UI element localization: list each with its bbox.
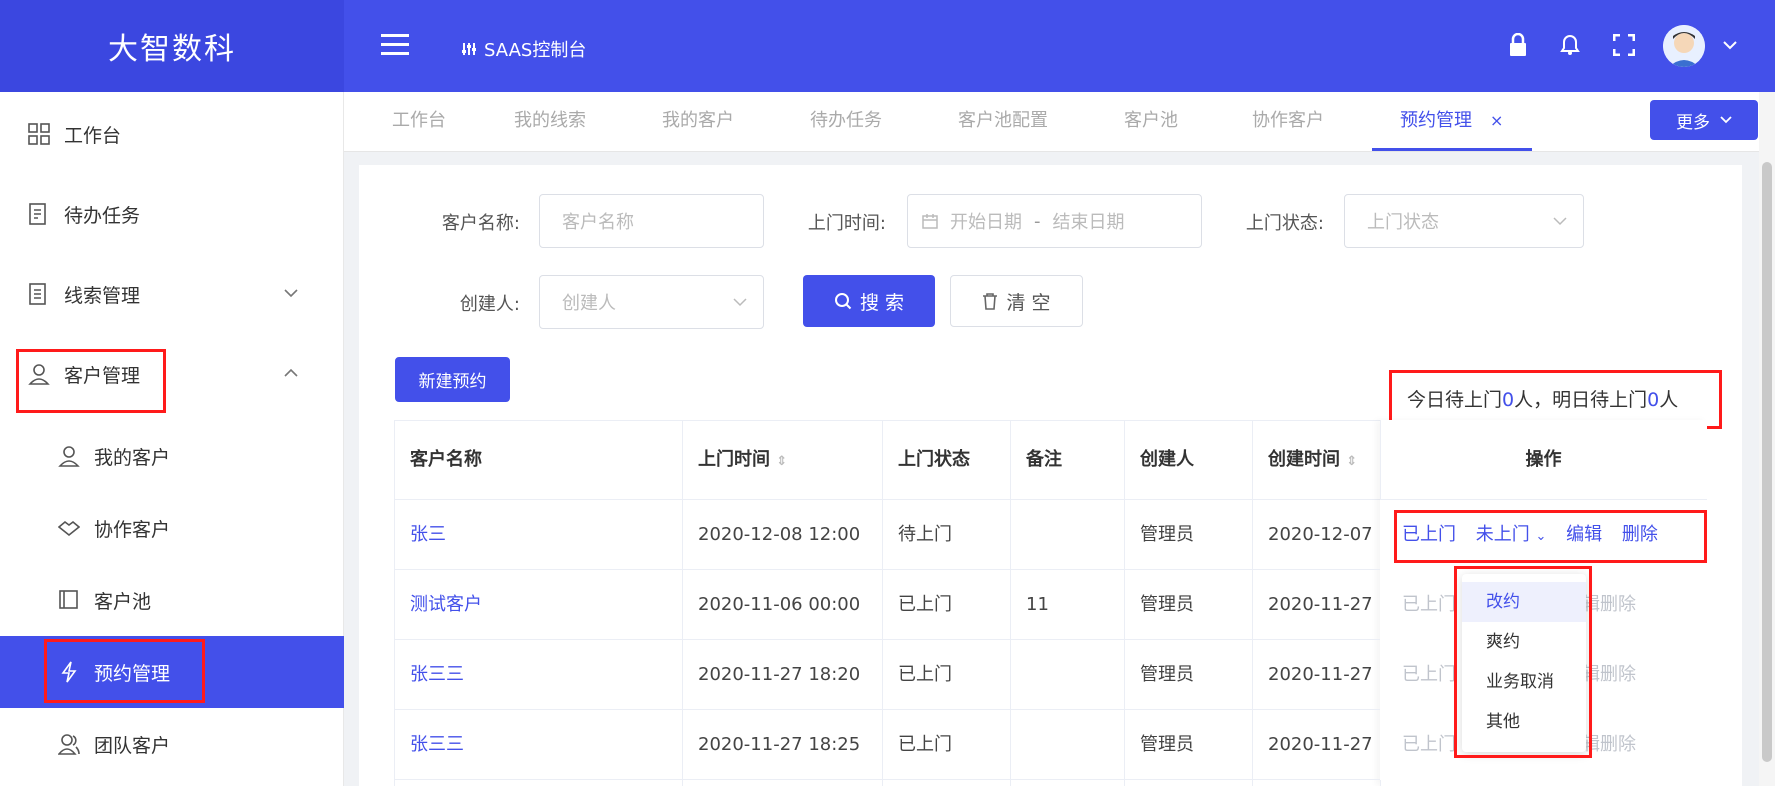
visit-status-select[interactable]: 上门状态 xyxy=(1344,194,1584,248)
visit-time: 2020-11-06 00:00 xyxy=(698,594,861,615)
sidebar-item-todo[interactable]: 待办任务 xyxy=(0,174,344,254)
tab-my-clues[interactable]: 我的线索 xyxy=(514,92,586,152)
chevron-down-icon xyxy=(1720,116,1732,124)
creator: 管理员 xyxy=(1140,594,1194,615)
sidebar-item-collab-customers[interactable]: 协作客户 xyxy=(0,492,344,564)
chevron-down-icon xyxy=(284,288,298,298)
sort-icon: ⇕ xyxy=(1346,454,1358,469)
header-actions: 操作 xyxy=(1525,449,1562,470)
highlight-box xyxy=(1394,510,1707,563)
clue-icon xyxy=(28,283,50,305)
visit-status-label: 上门状态: xyxy=(1245,213,1324,234)
highlight-box xyxy=(16,349,166,413)
header-customer-name: 客户名称 xyxy=(410,449,482,470)
customer-name-label: 客户名称: xyxy=(441,213,520,234)
visit-status: 已上门 xyxy=(898,594,952,615)
mark-visited-button[interactable]: 已上门 xyxy=(1402,664,1456,685)
visit-time: 2020-11-27 18:25 xyxy=(698,734,861,755)
header-creator: 创建人 xyxy=(1140,449,1194,470)
todo-icon xyxy=(28,203,50,225)
chevron-down-icon xyxy=(733,298,747,307)
header-created-time[interactable]: 创建时间 ⇕ xyxy=(1268,420,1357,500)
team-icon xyxy=(58,733,80,755)
sort-icon: ⇕ xyxy=(776,454,788,469)
chevron-down-icon[interactable] xyxy=(1723,40,1737,50)
menu-icon[interactable] xyxy=(381,34,409,56)
customer-name-link[interactable]: 张三三 xyxy=(410,640,464,710)
sidebar-item-customer-pool[interactable]: 客户池 xyxy=(0,564,344,636)
tab-workbench[interactable]: 工作台 xyxy=(392,92,446,152)
delete-button[interactable]: 删除 xyxy=(1600,710,1636,780)
note: 11 xyxy=(1026,594,1049,615)
calendar-icon xyxy=(922,213,938,229)
created-time: 2020-12-07 xyxy=(1268,524,1373,545)
highlight-box xyxy=(44,639,205,703)
avatar[interactable] xyxy=(1663,25,1705,67)
tab-customer-pool[interactable]: 客户池 xyxy=(1124,92,1178,152)
clear-button[interactable]: 清 空 xyxy=(950,275,1083,327)
end-date-field[interactable]: 结束日期 xyxy=(1053,208,1125,234)
start-date-field[interactable]: 开始日期 xyxy=(950,208,1022,234)
mark-visited-button[interactable]: 已上门 xyxy=(1402,594,1456,615)
search-icon xyxy=(834,292,852,310)
pool-icon xyxy=(58,589,80,611)
lock-icon[interactable] xyxy=(1508,33,1528,57)
visit-time: 2020-11-27 18:20 xyxy=(698,664,861,685)
tab-appointments[interactable]: 预约管理 xyxy=(1400,92,1472,152)
scrollbar[interactable] xyxy=(1759,92,1775,786)
creator-label: 创建人: xyxy=(459,294,520,315)
visit-status: 待上门 xyxy=(898,524,952,545)
creator: 管理员 xyxy=(1140,664,1194,685)
tab-collab-customers[interactable]: 协作客户 xyxy=(1252,92,1324,152)
search-button[interactable]: 搜 索 xyxy=(803,275,935,327)
date-range-picker[interactable]: 开始日期 - 结束日期 xyxy=(907,194,1202,248)
bell-icon[interactable] xyxy=(1560,34,1580,56)
header-note: 备注 xyxy=(1026,449,1062,470)
user-icon xyxy=(58,445,80,467)
created-time: 2020-11-27 xyxy=(1268,734,1373,755)
chevron-up-icon xyxy=(284,368,298,378)
new-appointment-button[interactable]: 新建预约 xyxy=(395,357,510,402)
tab-my-customers[interactable]: 我的客户 xyxy=(662,92,734,152)
close-icon[interactable]: × xyxy=(1490,92,1503,152)
mark-visited-button[interactable]: 已上门 xyxy=(1402,734,1456,755)
highlight-box xyxy=(1454,566,1592,758)
tab-pool-config[interactable]: 客户池配置 xyxy=(958,92,1048,152)
visit-status: 已上门 xyxy=(898,664,952,685)
customer-name-link[interactable]: 测试客户 xyxy=(410,570,482,640)
sidebar-item-workbench[interactable]: 工作台 xyxy=(0,94,344,174)
creator: 管理员 xyxy=(1140,524,1194,545)
date-range-separator: - xyxy=(1034,210,1041,232)
tab-todo[interactable]: 待办任务 xyxy=(810,92,882,152)
header-visit-time[interactable]: 上门时间 ⇕ xyxy=(698,420,787,500)
chevron-down-icon xyxy=(1553,217,1567,226)
fullscreen-icon[interactable] xyxy=(1613,34,1635,56)
creator-select[interactable]: 创建人 xyxy=(539,275,764,329)
app-logo: 大智数科 xyxy=(0,0,344,92)
delete-button[interactable]: 删除 xyxy=(1600,570,1636,640)
handshake-icon xyxy=(58,517,80,539)
dashboard-icon xyxy=(28,123,50,145)
sidebar-item-clues[interactable]: 线索管理 xyxy=(0,254,344,334)
customer-name-link[interactable]: 张三三 xyxy=(410,710,464,780)
scrollbar-thumb[interactable] xyxy=(1762,162,1772,762)
visit-time-label: 上门时间: xyxy=(807,213,886,234)
more-tabs-button[interactable]: 更多 xyxy=(1650,100,1758,140)
customer-name-link[interactable]: 张三 xyxy=(410,500,446,570)
console-label: SAAS控制台 xyxy=(462,36,586,62)
header-visit-status: 上门状态 xyxy=(898,449,970,470)
delete-button[interactable]: 删除 xyxy=(1600,640,1636,710)
tab-bar: 工作台 我的线索 我的客户 待办任务 客户池配置 客户池 协作客户 预约管理 ×… xyxy=(344,92,1759,152)
creator: 管理员 xyxy=(1140,734,1194,755)
customer-name-input[interactable]: 客户名称 xyxy=(539,194,764,248)
sliders-icon xyxy=(462,42,476,56)
created-time: 2020-11-27 xyxy=(1268,594,1373,615)
visit-status: 已上门 xyxy=(898,734,952,755)
active-tab-indicator xyxy=(1372,148,1532,151)
sidebar-item-team-customers[interactable]: 团队客户 xyxy=(0,708,344,780)
sidebar-item-my-customers[interactable]: 我的客户 xyxy=(0,420,344,492)
trash-icon xyxy=(982,292,998,310)
created-time: 2020-11-27 xyxy=(1268,664,1373,685)
visit-time: 2020-12-08 12:00 xyxy=(698,524,861,545)
